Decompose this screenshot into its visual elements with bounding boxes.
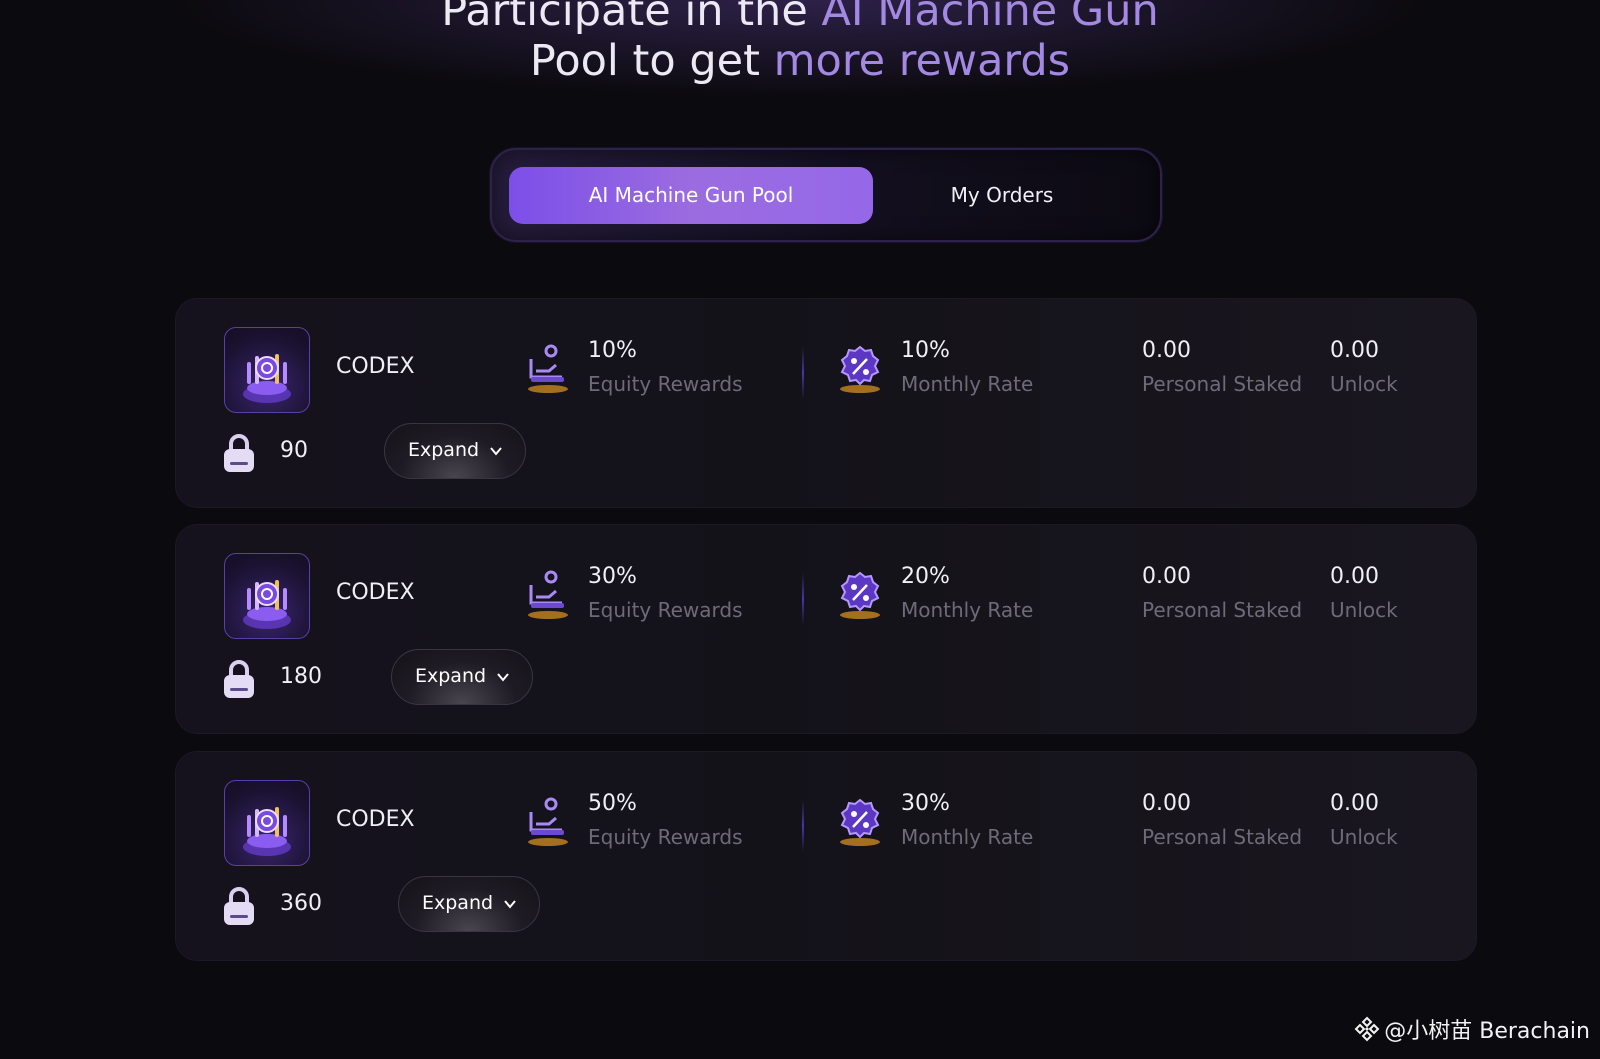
- pool-card: CODEX 180 Expand 30% Equity Rewards 20% …: [175, 524, 1477, 734]
- pool-card: CODEX 360 Expand 50% Equity Rewards 30% …: [175, 751, 1477, 961]
- watermark-text: @小树苗 Berachain: [1384, 1019, 1590, 1044]
- divider: [802, 573, 804, 625]
- title-line-1-text: Participate in the: [441, 0, 808, 36]
- monthly-rate-value: 20%: [901, 564, 950, 589]
- tab-ai-machine-gun-pool[interactable]: AI Machine Gun Pool: [509, 167, 873, 224]
- watermark: @小树苗 Berachain: [1354, 1016, 1590, 1047]
- percent-badge-icon: [840, 571, 880, 619]
- expand-button[interactable]: Expand: [391, 649, 533, 705]
- percent-badge-icon: [840, 798, 880, 846]
- equity-rewards-icon: [528, 797, 568, 846]
- title-line-2-text: Pool to get: [529, 36, 760, 86]
- lock-days: 360: [280, 891, 322, 916]
- equity-label: Equity Rewards: [588, 372, 743, 396]
- equity-rewards-icon: [528, 570, 568, 619]
- pool-card: CODEX 90 Expand 10% Equity Rewards 10% M…: [175, 298, 1477, 508]
- title-line-2-accent: more rewards: [773, 36, 1071, 86]
- title-line-2: Pool to get more rewards: [0, 36, 1600, 86]
- chevron-down-icon: [490, 447, 502, 456]
- unlock-value: 0.00: [1330, 564, 1379, 589]
- unlock-value: 0.00: [1330, 338, 1379, 363]
- unlock-label: Unlock: [1330, 372, 1398, 396]
- expand-label: Expand: [408, 439, 480, 461]
- codex-coin-icon: [224, 553, 310, 639]
- tab-my-orders[interactable]: My Orders: [892, 167, 1112, 224]
- chevron-down-icon: [504, 900, 516, 909]
- lock-icon: [224, 434, 254, 472]
- monthly-rate-value: 30%: [901, 791, 950, 816]
- title-line-1-accent: AI Machine Gun: [821, 0, 1159, 36]
- lock-days: 90: [280, 438, 308, 463]
- title-line-1: Participate in the AI Machine Gun: [0, 0, 1600, 36]
- lock-icon: [224, 887, 254, 925]
- personal-staked-value: 0.00: [1142, 564, 1191, 589]
- personal-staked-value: 0.00: [1142, 791, 1191, 816]
- unlock-value: 0.00: [1330, 791, 1379, 816]
- expand-button[interactable]: Expand: [384, 423, 526, 479]
- chevron-down-icon: [497, 673, 509, 682]
- divider: [802, 347, 804, 399]
- tab-switch: AI Machine Gun Pool My Orders: [490, 148, 1162, 242]
- monthly-rate-label: Monthly Rate: [901, 372, 1034, 396]
- unlock-label: Unlock: [1330, 825, 1398, 849]
- monthly-rate-label: Monthly Rate: [901, 825, 1034, 849]
- pool-name: CODEX: [336, 580, 415, 605]
- personal-staked-label: Personal Staked: [1142, 825, 1303, 849]
- equity-value: 50%: [588, 791, 637, 816]
- lock-icon: [224, 660, 254, 698]
- page-title: Participate in the AI Machine Gun Pool t…: [0, 0, 1600, 86]
- equity-value: 30%: [588, 564, 637, 589]
- expand-label: Expand: [422, 892, 494, 914]
- divider: [802, 800, 804, 852]
- percent-badge-icon: [840, 345, 880, 393]
- lock-days: 180: [280, 664, 322, 689]
- equity-label: Equity Rewards: [588, 598, 743, 622]
- page: Participate in the AI Machine Gun Pool t…: [0, 0, 1600, 1059]
- monthly-rate-value: 10%: [901, 338, 950, 363]
- codex-coin-icon: [224, 327, 310, 413]
- personal-staked-label: Personal Staked: [1142, 372, 1303, 396]
- expand-button[interactable]: Expand: [398, 876, 540, 932]
- pool-name: CODEX: [336, 354, 415, 379]
- binance-square-icon: [1354, 1016, 1380, 1042]
- equity-rewards-icon: [528, 344, 568, 393]
- pool-name: CODEX: [336, 807, 415, 832]
- personal-staked-value: 0.00: [1142, 338, 1191, 363]
- personal-staked-label: Personal Staked: [1142, 598, 1303, 622]
- expand-label: Expand: [415, 665, 487, 687]
- unlock-label: Unlock: [1330, 598, 1398, 622]
- monthly-rate-label: Monthly Rate: [901, 598, 1034, 622]
- equity-value: 10%: [588, 338, 637, 363]
- codex-coin-icon: [224, 780, 310, 866]
- equity-label: Equity Rewards: [588, 825, 743, 849]
